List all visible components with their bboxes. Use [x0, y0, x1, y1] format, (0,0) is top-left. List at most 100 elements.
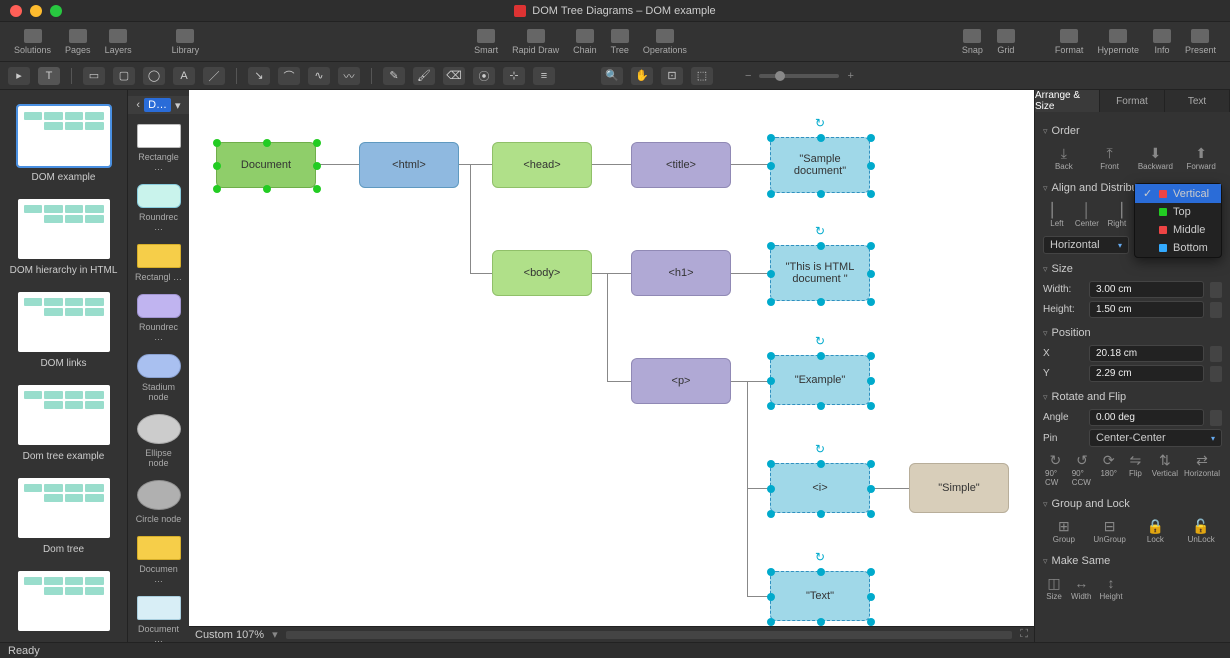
zoom-in-icon[interactable]: + [847, 70, 853, 82]
horizontal-button[interactable]: ⇄Horizontal [1182, 451, 1222, 489]
angle-stepper[interactable] [1210, 410, 1222, 426]
chevron-down-icon[interactable]: ▾ [175, 99, 181, 112]
height-button[interactable]: ↕Height [1097, 574, 1124, 603]
pointer-tool[interactable]: ▸ [8, 67, 30, 85]
node-i[interactable]: <i>↻ [770, 463, 870, 513]
line-tool[interactable]: ／ [203, 67, 225, 85]
selection-handle[interactable] [867, 190, 875, 198]
zoom-dropdown-icon[interactable]: ▾ [272, 628, 278, 641]
selection-handle[interactable] [767, 593, 775, 601]
x-field[interactable]: 20.18 cm [1089, 345, 1204, 362]
zoom-tool[interactable]: 🔍 [601, 67, 623, 85]
node-sample[interactable]: "Sample document"↻ [770, 137, 870, 193]
selection-handle[interactable] [867, 134, 875, 142]
back-button[interactable]: ⤓Back [1043, 144, 1085, 173]
shape-5[interactable]: Ellipse node [128, 408, 189, 474]
page-scroll[interactable] [286, 631, 1013, 639]
zoom-icon[interactable] [50, 5, 62, 17]
tab-arrange-size[interactable]: Arrange & Size [1035, 90, 1100, 112]
backward-button[interactable]: ⬇Backward [1135, 144, 1177, 173]
selection-handle[interactable] [817, 402, 825, 410]
selection-handle[interactable] [767, 402, 775, 410]
selection-handle[interactable] [867, 402, 875, 410]
operations-button[interactable]: Operations [637, 27, 693, 57]
pencil-tool[interactable]: ✎ [383, 67, 405, 85]
spline-tool[interactable]: ∿ [308, 67, 330, 85]
smart-button[interactable]: Smart [468, 27, 504, 57]
node-html[interactable]: <html> [359, 142, 459, 188]
selection-handle[interactable] [213, 139, 221, 147]
rotate-handle[interactable]: ↻ [815, 442, 825, 456]
shapes-breadcrumb[interactable]: ‹ D… ▾ [128, 96, 189, 114]
page-thumb-4[interactable]: Dom tree [0, 470, 127, 563]
eraser-tool[interactable]: ⌫ [443, 67, 465, 85]
popup-middle[interactable]: Middle [1135, 221, 1221, 239]
selection-handle[interactable] [867, 510, 875, 518]
selection-handle[interactable] [817, 460, 825, 468]
popup-vertical[interactable]: ✓Vertical [1135, 184, 1221, 203]
selection-handle[interactable] [867, 270, 875, 278]
node-head[interactable]: <head> [492, 142, 592, 188]
popup-top[interactable]: Top [1135, 203, 1221, 221]
roundrect-tool[interactable]: ▢ [113, 67, 135, 85]
arc-tool[interactable]: ⌒ [278, 67, 300, 85]
page-thumb-0[interactable]: DOM example [0, 98, 127, 191]
brush-tool[interactable]: 🖌 [413, 67, 435, 85]
selection-handle[interactable] [867, 568, 875, 576]
selection-handle[interactable] [263, 185, 271, 193]
ungroup-button[interactable]: ⊟UnGroup [1089, 517, 1131, 546]
shape-0[interactable]: Rectangle … [128, 118, 189, 178]
selection-handle[interactable] [313, 162, 321, 170]
selection-handle[interactable] [867, 593, 875, 601]
width-button[interactable]: ↔Width [1069, 574, 1093, 603]
edit-points-tool[interactable]: ⊹ [503, 67, 525, 85]
selection-handle[interactable] [867, 618, 875, 626]
selection-handle[interactable] [313, 185, 321, 193]
shape-6[interactable]: Circle node [128, 474, 189, 530]
group-button[interactable]: ⊞Group [1043, 517, 1085, 546]
front-button[interactable]: ⤒Front [1089, 144, 1131, 173]
selection-handle[interactable] [767, 298, 775, 306]
info-button[interactable]: Info [1147, 27, 1177, 57]
window-controls[interactable] [10, 5, 62, 17]
shape-7[interactable]: Documen … [128, 530, 189, 590]
selection-handle[interactable] [817, 618, 825, 626]
selection-handle[interactable] [817, 510, 825, 518]
selection-handle[interactable] [767, 568, 775, 576]
nav-back-icon[interactable]: ‹ [136, 99, 140, 111]
fit-tool[interactable]: ⊡ [661, 67, 683, 85]
chain-button[interactable]: Chain [567, 27, 603, 57]
pages-button[interactable]: Pages [59, 27, 97, 57]
solutions-button[interactable]: Solutions [8, 27, 57, 57]
selection-handle[interactable] [767, 134, 775, 142]
rect-tool[interactable]: ▭ [83, 67, 105, 85]
present-button[interactable]: Present [1179, 27, 1222, 57]
zoom-slider[interactable] [759, 74, 839, 78]
popup-bottom[interactable]: Bottom [1135, 239, 1221, 257]
crop-tool[interactable]: ⬚ [691, 67, 713, 85]
align-tool[interactable]: ≡ [533, 67, 555, 85]
zoom-out-icon[interactable]: − [745, 70, 751, 82]
node-doc[interactable]: Document [216, 142, 316, 188]
selection-handle[interactable] [867, 242, 875, 250]
node-example[interactable]: "Example"↻ [770, 355, 870, 405]
selection-handle[interactable] [867, 377, 875, 385]
vertical-button[interactable]: ⇅Vertical [1150, 451, 1180, 489]
minimize-icon[interactable] [30, 5, 42, 17]
connector-tool[interactable]: ↘ [248, 67, 270, 85]
pin-dropdown[interactable]: Center-Center [1089, 429, 1222, 447]
selection-handle[interactable] [767, 485, 775, 493]
selection-handle[interactable] [767, 270, 775, 278]
distribute-h-dropdown[interactable]: Horizontal [1043, 236, 1129, 254]
selection-handle[interactable] [817, 298, 825, 306]
rotate-handle[interactable]: ↻ [815, 116, 825, 130]
hypernote-button[interactable]: Hypernote [1091, 27, 1145, 57]
node-title[interactable]: <title> [631, 142, 731, 188]
shape-8[interactable]: Document … [128, 590, 189, 642]
selection-handle[interactable] [767, 352, 775, 360]
page-thumb-1[interactable]: DOM hierarchy in HTML [0, 191, 127, 284]
--button[interactable]: ⟳180° [1096, 451, 1121, 489]
rotate-handle[interactable]: ↻ [815, 334, 825, 348]
section-size[interactable]: Size [1043, 260, 1222, 278]
node-thisis[interactable]: "This is HTML document "↻ [770, 245, 870, 301]
